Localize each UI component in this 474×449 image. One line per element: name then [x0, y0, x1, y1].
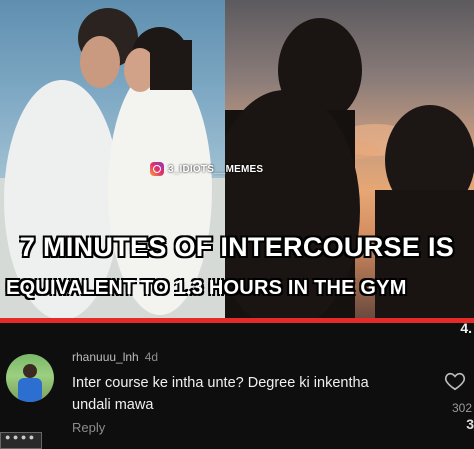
video-progress-bar[interactable] [0, 318, 474, 323]
silhouette-couple-figures [210, 18, 474, 318]
comment-item: rhanuuu_lnh 4d Inter course ke intha unte… [0, 338, 474, 447]
more-dots-icon: ● ● ● ● [5, 432, 35, 442]
video-progress-fill [0, 318, 474, 323]
caption-line-1: 7 MINUTES OF INTERCOURSE IS [19, 232, 455, 262]
caption-line-2: EQUIVALENT TO 1.3 HOURS IN THE GYM [6, 277, 407, 299]
beach-photo [0, 0, 225, 318]
watermark-text: 3_IDIOTS__MEMES [168, 163, 264, 175]
side-count: 4. [460, 320, 472, 336]
sunset-photo [210, 0, 474, 318]
heart-icon[interactable] [444, 370, 466, 392]
avatar-person-figure [18, 364, 42, 402]
bottom-thumbnail[interactable]: ● ● ● ● [0, 432, 42, 449]
avatar[interactable] [6, 354, 54, 402]
comment-time: 4d [144, 350, 159, 364]
edge-text: 3 [466, 416, 474, 432]
like-count: 302 [451, 401, 472, 415]
comment-username[interactable]: rhanuuu_lnh [72, 350, 139, 364]
meme-image: 3_IDIOTS__MEMES 7 MINUTES OF INTERCOURSE… [0, 0, 474, 318]
instagram-icon [150, 162, 164, 176]
reply-button[interactable]: Reply [72, 420, 105, 435]
comment-header: rhanuuu_lnh 4d [72, 350, 158, 364]
couple-kissing-figures [0, 8, 225, 318]
watermark: 3_IDIOTS__MEMES [150, 162, 263, 176]
comment-text: Inter course ke intha unte? Degree ki in… [72, 375, 369, 413]
